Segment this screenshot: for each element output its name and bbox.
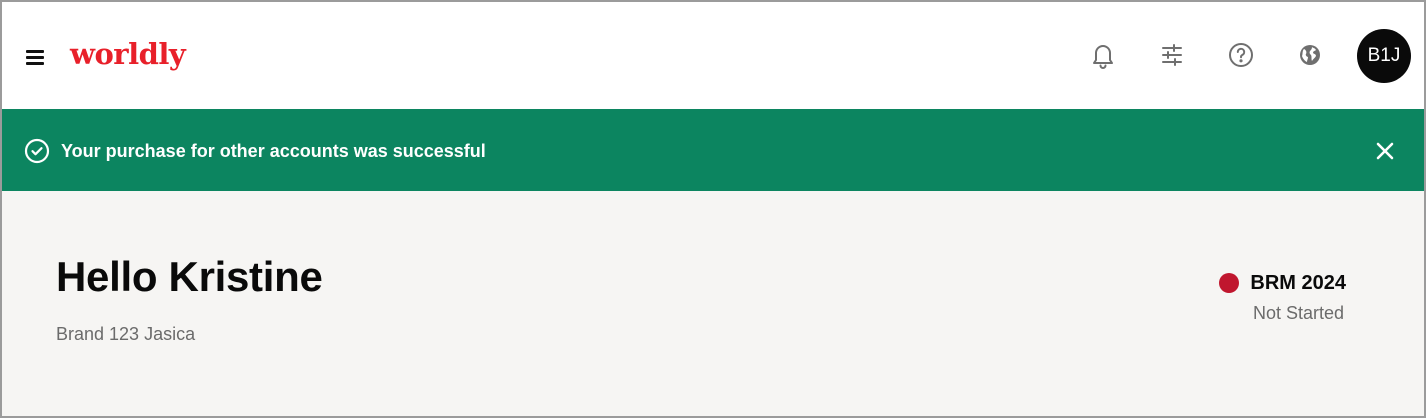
help-icon[interactable] <box>1226 40 1256 70</box>
brand-subtitle: Brand 123 Jasica <box>56 324 196 344</box>
banner-message: Your purchase for other accounts was suc… <box>61 141 486 161</box>
bell-icon[interactable] <box>1088 40 1118 70</box>
globe-icon[interactable] <box>1295 40 1325 70</box>
check-circle-icon <box>24 138 50 164</box>
status-label: Not Started <box>1252 303 1344 323</box>
page-title: Hello Kristine <box>56 253 323 300</box>
app-window: worldly B1J Your purchase for other acco… <box>0 0 1426 418</box>
status-row: BRM 2024 <box>1219 270 1346 296</box>
close-icon[interactable] <box>1371 137 1399 165</box>
success-banner: Your purchase for other accounts was suc… <box>2 109 1424 191</box>
hamburger-menu-icon[interactable] <box>26 48 46 66</box>
sliders-icon[interactable] <box>1157 40 1187 70</box>
assessment-status[interactable]: BRM 2024 Not Started <box>1219 270 1346 324</box>
status-title[interactable]: BRM 2024 <box>1250 270 1346 296</box>
worldly-logo[interactable]: worldly <box>70 34 186 74</box>
top-header: worldly B1J <box>2 2 1424 109</box>
status-dot-icon <box>1219 273 1240 293</box>
user-avatar[interactable]: B1J <box>1357 29 1411 83</box>
